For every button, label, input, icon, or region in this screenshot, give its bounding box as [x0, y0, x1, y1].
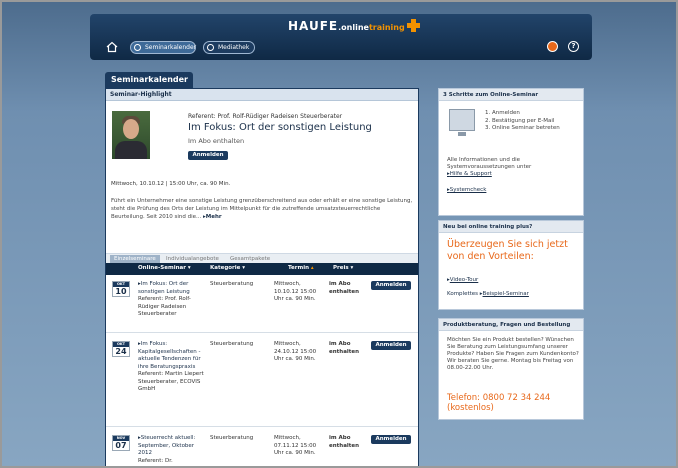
seminar-date: Mittwoch, 07.11.12 15:00 Uhr ca. 90 Min. — [274, 435, 317, 456]
table-row: NOV 07 ▸Steuerrecht aktuell: September, … — [106, 431, 418, 466]
seminar-price: im Abo enthalten — [329, 281, 360, 295]
tab-mediathek[interactable]: Mediathek — [203, 41, 255, 54]
col-termin[interactable]: Termin ▴ — [288, 265, 314, 271]
col-label: Termin — [288, 265, 309, 271]
new-user-title: Neu bei online training plus? — [439, 221, 583, 233]
tab-icon — [207, 44, 214, 51]
seminar-title: Steuerrecht aktuell: September, Oktober … — [138, 435, 196, 456]
col-preis[interactable]: Preis ▾ — [333, 265, 353, 271]
page-title: Seminarkalender — [105, 72, 193, 88]
date-badge: NOV 07 — [112, 435, 130, 451]
table-row: OKT 10 ▸Im Fokus: Ort der sonstigen Leis… — [106, 277, 418, 333]
tab-individualangebote[interactable]: Individualangebote — [162, 255, 223, 263]
sub-tabs: Einzelseminare Individualangebote Gesamt… — [106, 253, 418, 264]
col-label: Online-Seminar — [138, 265, 186, 271]
date-badge: OKT 10 — [112, 281, 130, 297]
logo-training: training — [368, 23, 405, 32]
seminar-link[interactable]: ▸Im Fokus: Ort der sonstigen Leistung — [138, 281, 190, 295]
seminar-category: Steuerberatung — [210, 435, 254, 441]
benefits-headline: Überzeugen Sie sich jetzt von den Vortei… — [447, 239, 568, 262]
highlight-date: Mittwoch, 10.10.12 | 15:00 Uhr, ca. 90 M… — [111, 181, 231, 187]
seminar-referent: Referent: Dr. — [138, 457, 173, 464]
systemcheck-link[interactable]: ▸Systemcheck — [447, 187, 486, 193]
steps-info: Alle Informationen und die Systemvorauss… — [447, 157, 532, 170]
register-button[interactable]: Anmelden — [371, 435, 411, 444]
seminar-link[interactable]: ▸Steuerrecht aktuell: September, Oktober… — [138, 435, 195, 456]
video-tour-link[interactable]: ▸Video-Tour — [447, 277, 478, 283]
table-row: OKT 24 ▸Im Fokus: Kapitalgesellschaften … — [106, 337, 418, 427]
highlight-description: Führt ein Unternehmer eine sonstige Leis… — [111, 197, 413, 221]
more-label: Mehr — [205, 214, 222, 220]
highlight-title[interactable]: Im Fokus: Ort der sonstigen Leistung — [188, 122, 372, 133]
seminar-date: Mittwoch, 24.10.12 15:00 Uhr ca. 90 Min. — [274, 341, 317, 362]
seminar-price: im Abo enthalten — [329, 435, 360, 449]
seminar-title: Im Fokus: Ort der sonstigen Leistung — [138, 281, 190, 295]
steps-box: 3 Schritte zum Online-Seminar 1. Anmelde… — [438, 88, 584, 216]
home-icon[interactable] — [106, 41, 118, 53]
col-kategorie[interactable]: Kategorie ▾ — [210, 265, 245, 271]
steps-list: 1. Anmelden 2. Bestätigung per E-Mail 3.… — [485, 110, 560, 133]
highlight-referent: Referent: Prof. Rolf-Rüdiger Radeisen St… — [188, 113, 343, 120]
seminar-title: Im Fokus: Kapitalgesellschaften - aktuel… — [138, 341, 201, 370]
tab-label: Mediathek — [218, 44, 250, 51]
new-user-box: Neu bei online training plus? Überzeugen… — [438, 220, 584, 310]
monitor-icon — [449, 109, 475, 136]
date-day: 10 — [115, 287, 127, 296]
contact-phone: Telefon: 0800 72 34 244 (kostenlos) — [447, 393, 551, 413]
link-label: Hilfe & Support — [449, 171, 492, 177]
seminar-price: im Abo enthalten — [329, 341, 360, 355]
tab-label: Seminarkalender — [145, 44, 197, 51]
seminar-referent: Referent: Prof. Rolf-Rüdiger Radeisen St… — [138, 296, 191, 317]
example-seminar-link[interactable]: Komplettes ▸Beispiel-Seminar — [447, 291, 529, 297]
steps-title: 3 Schritte zum Online-Seminar — [439, 89, 583, 101]
link-label: Beispiel-Seminar — [482, 291, 529, 297]
date-day: 24 — [115, 347, 127, 356]
referent-photo — [112, 111, 150, 159]
highlight-header: Seminar-Highlight — [106, 89, 418, 101]
haufe-logo[interactable]: HAUFE.onlinetraining — [288, 19, 420, 33]
contact-info: Möchten Sie ein Produkt bestellen? Wünsc… — [447, 337, 579, 371]
help-icon[interactable]: ? — [568, 41, 579, 52]
register-button[interactable]: Anmelden — [371, 281, 411, 290]
highlight-register-button[interactable]: Anmelden — [188, 151, 228, 160]
seminar-link[interactable]: ▸Im Fokus: Kapitalgesellschaften - aktue… — [138, 341, 201, 370]
link-label: Video-Tour — [449, 277, 479, 283]
step-item: 3. Online Seminar betreten — [485, 125, 560, 131]
app-frame: HAUFE.onlinetraining Seminarkalender Med… — [0, 0, 678, 468]
contact-box: Produktberatung, Fragen und Bestellung M… — [438, 318, 584, 420]
seminar-panel: Seminar-Highlight Referent: Prof. Rolf-R… — [105, 88, 419, 466]
seminar-title-cell: ▸Steuerrecht aktuell: September, Oktober… — [138, 435, 206, 465]
more-link[interactable]: ▸Mehr — [203, 214, 222, 220]
seminar-category: Steuerberatung — [210, 341, 254, 347]
table-header: Online-Seminar ▾ Kategorie ▾ Termin ▴ Pr… — [106, 263, 418, 275]
description-text: Führt ein Unternehmer eine sonstige Leis… — [111, 198, 413, 220]
seminar-title-cell: ▸Im Fokus: Kapitalgesellschaften - aktue… — [138, 341, 206, 394]
plus-icon — [406, 19, 420, 32]
step-item: 2. Bestätigung per E-Mail — [485, 117, 555, 124]
col-online-seminar[interactable]: Online-Seminar ▾ — [138, 265, 191, 271]
logo-online: .online — [338, 23, 369, 32]
seminar-referent: Referent: Martin Liepert Steuerberater, … — [138, 371, 204, 392]
step-item: 1. Anmelden — [485, 110, 520, 116]
seminar-category: Steuerberatung — [210, 281, 254, 287]
date-day: 07 — [115, 441, 127, 450]
seminar-title-cell: ▸Im Fokus: Ort der sonstigen Leistung Re… — [138, 281, 206, 319]
contact-title: Produktberatung, Fragen und Bestellung — [439, 319, 583, 331]
col-label: Kategorie — [210, 265, 241, 271]
register-button[interactable]: Anmelden — [371, 341, 411, 350]
date-badge: OKT 24 — [112, 341, 130, 357]
seminar-date: Mittwoch, 10.10.12 15:00 Uhr ca. 90 Min. — [274, 281, 317, 302]
link-prefix: Komplettes — [447, 291, 479, 297]
help-support-link[interactable]: ▸Hilfe & Support — [447, 171, 492, 177]
logo-haufe: HAUFE — [288, 19, 339, 33]
tab-gesamtpakete[interactable]: Gesamtpakete — [226, 255, 274, 263]
link-label: Systemcheck — [449, 187, 487, 193]
highlight-subtitle: Im Abo enthalten — [188, 137, 245, 145]
notification-icon[interactable] — [547, 41, 558, 52]
col-label: Preis — [333, 265, 349, 271]
tab-icon — [134, 44, 141, 51]
tab-seminarkalender[interactable]: Seminarkalender — [130, 41, 196, 54]
